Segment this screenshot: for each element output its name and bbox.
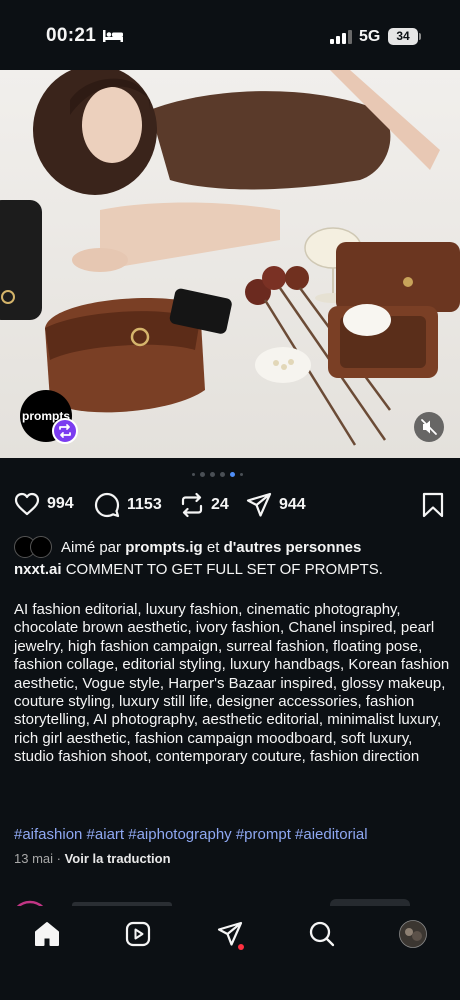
nav-search[interactable]: [308, 920, 336, 953]
comment-button[interactable]: 1153: [94, 492, 162, 518]
repost-icon: [181, 492, 203, 518]
reels-icon: [125, 921, 151, 947]
carousel-dot-active: [230, 472, 235, 477]
speaker-muted-icon: [421, 419, 437, 435]
carousel-indicator: [192, 472, 243, 477]
status-bar: 00:21 5G 34: [0, 0, 460, 70]
nav-direct[interactable]: [216, 920, 244, 953]
post-date: 13 mai: [14, 851, 54, 866]
repost-button[interactable]: 24: [180, 492, 229, 518]
nav-home[interactable]: [33, 920, 61, 953]
send-icon: [246, 492, 272, 517]
sleep-focus-icon: [103, 30, 123, 42]
nav-profile[interactable]: [399, 920, 427, 953]
profile-avatar: [399, 920, 427, 948]
mute-toggle[interactable]: [414, 412, 444, 442]
liked-by-text: Aimé par prompts.ig et d'autres personne…: [61, 538, 362, 556]
nav-reels[interactable]: [124, 920, 152, 953]
caption-header: nxxt.ai COMMENT TO GET FULL SET OF PROMP…: [14, 561, 383, 578]
home-icon: [35, 922, 59, 946]
bottom-navigation: [0, 906, 460, 1000]
meta-separator: ·: [53, 851, 65, 866]
fashion-photo: [0, 70, 460, 458]
hashtags[interactable]: #aifashion #aiart #aiphotography #prompt…: [14, 826, 368, 843]
comment-icon: [94, 492, 120, 518]
repost-badge-icon: [52, 418, 78, 444]
post-meta: 13 mai · Voir la traduction: [14, 851, 171, 866]
clock: 00:21: [46, 25, 97, 46]
carousel-dot: [192, 473, 195, 476]
repost-count: 24: [211, 496, 229, 513]
post-image[interactable]: prompts: [0, 70, 460, 458]
caption-title: COMMENT TO GET FULL SET OF PROMPTS.: [61, 561, 383, 578]
liked-by[interactable]: Aimé par prompts.ig et d'autres personne…: [14, 536, 361, 558]
carousel-dot: [220, 472, 225, 477]
network-type: 5G: [359, 28, 381, 45]
heart-icon: [14, 492, 40, 516]
like-button[interactable]: 994: [14, 492, 74, 516]
see-translation-link[interactable]: Voir la traduction: [65, 851, 171, 866]
author-username[interactable]: nxxt.ai: [14, 561, 62, 578]
like-count: 994: [47, 495, 74, 512]
save-button[interactable]: [422, 492, 444, 518]
cellular-signal-icon: [330, 30, 352, 44]
carousel-dot: [240, 473, 243, 476]
liked-by-others[interactable]: d'autres personnes: [224, 539, 362, 556]
share-button[interactable]: 944: [246, 492, 306, 518]
caption-body: AI fashion editorial, luxury fashion, ci…: [14, 601, 450, 766]
bookmark-icon: [422, 492, 444, 518]
search-icon: [309, 921, 335, 947]
comment-count: 1153: [127, 496, 162, 513]
notification-dot: [238, 944, 244, 950]
liker-avatar: [30, 536, 52, 558]
post-actions: 994 1153 24 944: [0, 492, 460, 522]
carousel-dot: [200, 472, 205, 477]
battery-indicator: 34: [388, 28, 421, 45]
share-count: 944: [279, 496, 306, 513]
liker-username[interactable]: prompts.ig: [125, 539, 203, 556]
carousel-dot: [210, 472, 215, 477]
